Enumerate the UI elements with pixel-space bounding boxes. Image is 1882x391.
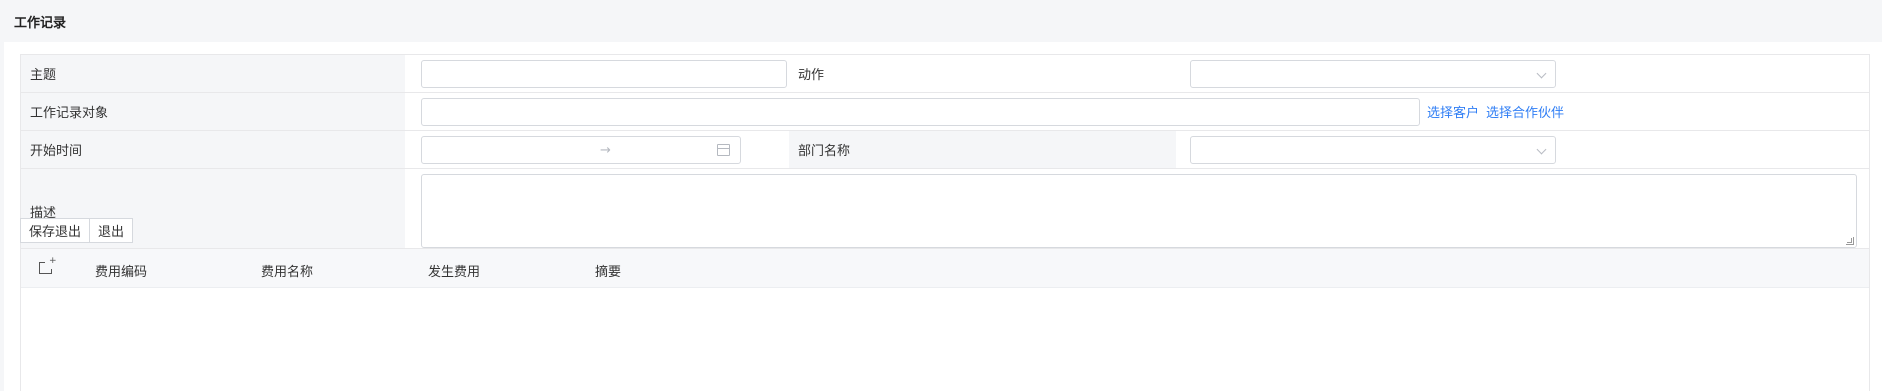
description-cell xyxy=(405,169,1869,253)
dept-select[interactable] xyxy=(1190,135,1556,164)
select-partner-link[interactable]: 选择合作伙伴 xyxy=(1486,102,1564,121)
work-record-page: 工作记录 主题 动作 工作记录对象 选择客户 选择合作伙伴 开始时间 → 部门名… xyxy=(0,0,1882,391)
subject-cell xyxy=(405,55,789,92)
action-select[interactable] xyxy=(1190,59,1556,88)
table-header: + 费用编码 费用名称 发生费用 摘要 xyxy=(21,249,1869,288)
dept-label: 部门名称 xyxy=(789,131,1176,168)
expense-table: + 费用编码 费用名称 发生费用 摘要 xyxy=(20,248,1870,391)
subject-input[interactable] xyxy=(421,59,787,88)
calendar-icon xyxy=(717,143,730,156)
form-row-start-time: 开始时间 → 部门名称 xyxy=(21,131,1869,169)
description-textarea[interactable] xyxy=(421,174,1857,248)
column-header-expense-code: 费用编码 xyxy=(95,265,148,280)
action-cell xyxy=(1176,55,1869,92)
action-label: 动作 xyxy=(789,55,1176,92)
target-label: 工作记录对象 xyxy=(21,93,405,130)
subject-label: 主题 xyxy=(21,55,405,92)
column-header-summary: 摘要 xyxy=(595,265,622,280)
target-cell: 选择客户 选择合作伙伴 xyxy=(405,93,1869,130)
chevron-down-icon xyxy=(1536,144,1547,154)
resize-handle-icon[interactable] xyxy=(1846,237,1854,245)
exit-button[interactable]: 退出 xyxy=(90,218,134,243)
chevron-down-icon xyxy=(1536,68,1547,78)
save-exit-button[interactable]: 保存退出 xyxy=(20,218,91,243)
page-title: 工作记录 xyxy=(0,0,1882,42)
form-panel: 主题 动作 工作记录对象 选择客户 选择合作伙伴 开始时间 → 部门名称 描述 … xyxy=(4,42,1882,391)
column-header-incurred-cost: 发生费用 xyxy=(428,265,481,280)
dept-cell xyxy=(1176,131,1869,168)
plus-icon: + xyxy=(49,256,57,266)
select-customer-link[interactable]: 选择客户 xyxy=(1427,102,1479,121)
start-time-cell: → xyxy=(405,131,789,168)
work-record-form: 主题 动作 工作记录对象 选择客户 选择合作伙伴 开始时间 → 部门名称 描述 xyxy=(20,54,1870,254)
start-time-label: 开始时间 xyxy=(21,131,405,168)
column-header-expense-name: 费用名称 xyxy=(261,265,314,280)
start-time-range-picker[interactable]: → xyxy=(421,135,741,164)
target-input[interactable] xyxy=(421,97,1420,126)
action-button-group: 保存退出 退出 xyxy=(20,218,134,243)
arrow-right-icon: → xyxy=(600,142,611,158)
form-row-subject: 主题 动作 xyxy=(21,55,1869,93)
form-row-target: 工作记录对象 选择客户 选择合作伙伴 xyxy=(21,93,1869,131)
form-row-description: 描述 xyxy=(21,169,1869,253)
